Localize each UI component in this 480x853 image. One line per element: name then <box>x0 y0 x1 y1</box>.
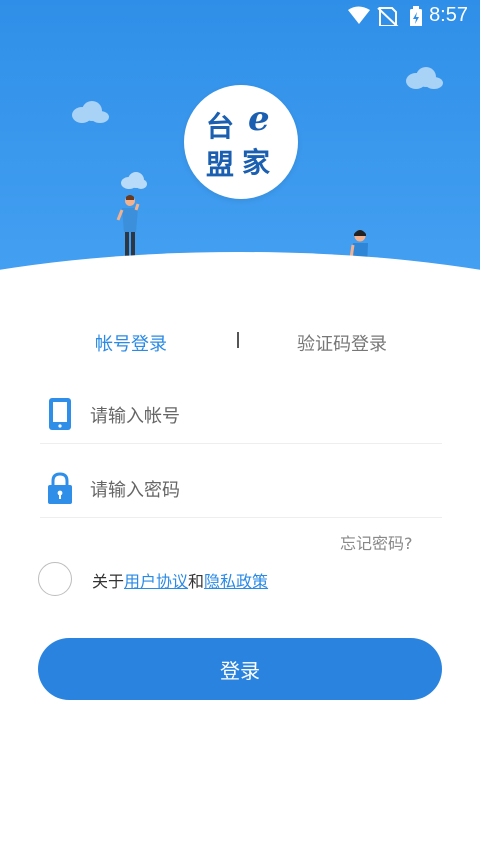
agreement-text: 关于用户协议和隐私政策 <box>92 568 268 592</box>
tab-code-login[interactable]: 验证码登录 <box>297 330 387 356</box>
agreement-prefix: 关于 <box>92 572 125 591</box>
app-logo: 台 e 盟 家 <box>184 85 298 199</box>
battery-charging-icon <box>410 6 422 26</box>
logo-char: 盟 <box>206 148 235 181</box>
password-input[interactable]: 请输入密码 <box>90 476 180 502</box>
login-button[interactable]: 登录 <box>38 638 442 700</box>
logo-char: 家 <box>242 146 271 179</box>
login-tabs: 帐号登录 验证码登录 <box>0 322 480 362</box>
tab-divider <box>237 332 239 348</box>
cloud-icon <box>121 172 147 189</box>
cloud-icon <box>406 67 443 89</box>
status-icons <box>348 6 422 26</box>
lock-icon <box>48 472 72 504</box>
wifi-icon <box>348 6 370 24</box>
cloud-icon <box>72 101 109 123</box>
logo-char: 台 <box>206 110 235 143</box>
logo-char: e <box>248 99 270 139</box>
header-banner: 台 e 盟 家 <box>0 0 480 300</box>
user-agreement-link[interactable]: 用户协议 <box>124 572 188 591</box>
forgot-password-link[interactable]: 忘记密码? <box>340 530 413 554</box>
password-field[interactable]: 请输入密码 <box>40 458 442 518</box>
agreement-checkbox[interactable] <box>38 562 72 596</box>
account-field[interactable]: 请输入帐号 <box>40 384 442 444</box>
no-sim-icon <box>377 7 399 26</box>
person-illustration <box>116 195 140 258</box>
status-bar: 8:57 <box>0 0 480 32</box>
agreement-conjunction: 和 <box>188 572 205 591</box>
phone-icon <box>49 398 71 430</box>
agreement-row: 关于用户协议和隐私政策 <box>38 562 458 598</box>
tab-account-login[interactable]: 帐号登录 <box>95 330 167 356</box>
status-time: 8:57 <box>429 4 468 26</box>
privacy-policy-link[interactable]: 隐私政策 <box>204 572 268 591</box>
account-input[interactable]: 请输入帐号 <box>90 402 180 428</box>
